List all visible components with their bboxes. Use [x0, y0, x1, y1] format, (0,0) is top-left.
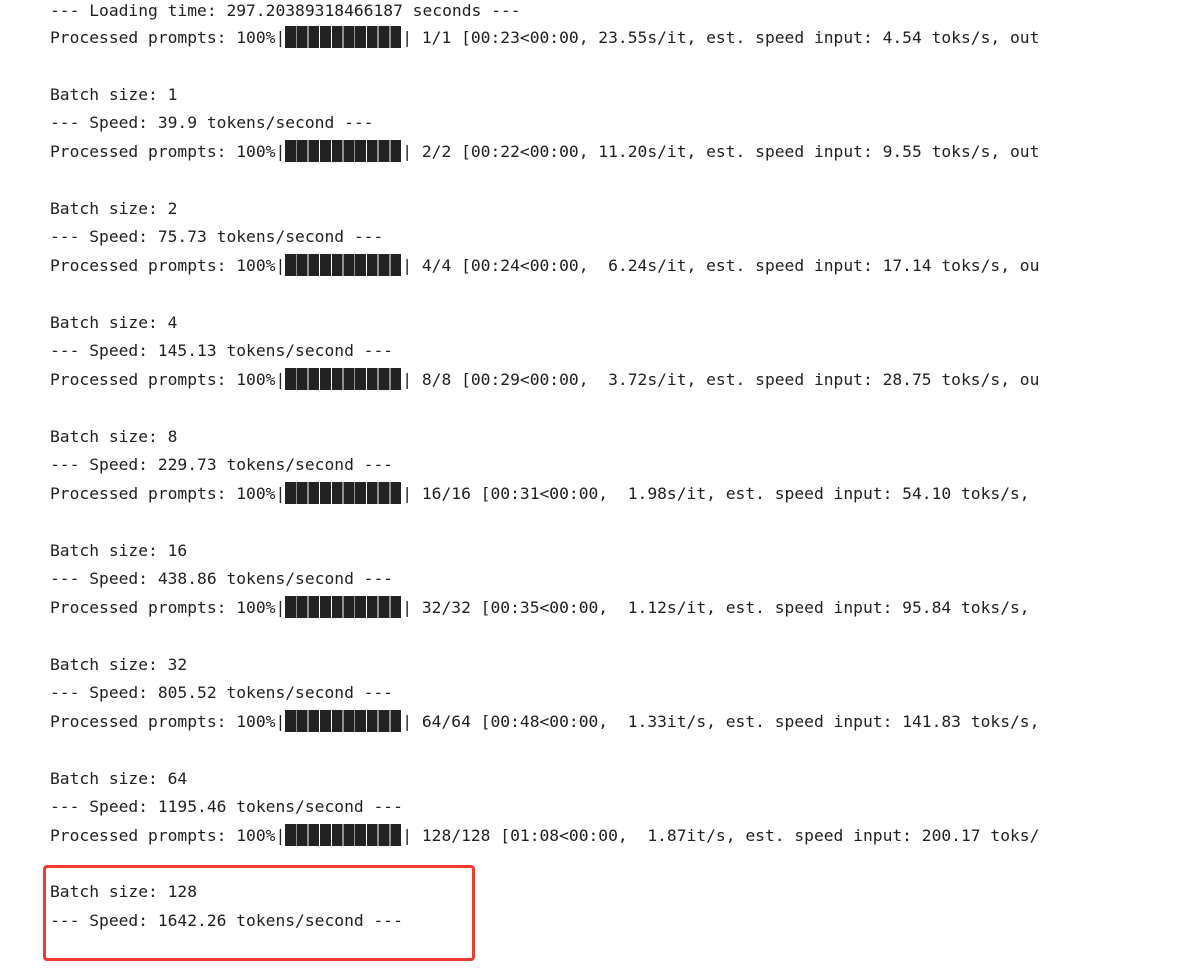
batch-size-line: Batch size: 32 [50, 655, 188, 674]
speed-line: --- Speed: 145.13 tokens/second --- [50, 341, 394, 360]
progress-suffix: | 4/4 [00:24<00:00, 6.24s/it, est. speed… [402, 256, 1040, 275]
speed-line: --- Speed: 438.86 tokens/second --- [50, 569, 394, 588]
loading-time-line: --- Loading time: 297.20389318466187 sec… [50, 1, 521, 20]
progress-line: Processed prompts: 100%| | 8/8 [00:29<00:… [50, 367, 1040, 391]
progress-line: Processed prompts: 100%| | 4/4 [00:24<00:… [50, 253, 1040, 277]
progress-suffix: | 2/2 [00:22<00:00, 11.20s/it, est. spee… [402, 142, 1040, 161]
batch-size-line: Batch size: 1 [50, 85, 178, 104]
progress-suffix: | 128/128 [01:08<00:00, 1.87it/s, est. s… [402, 826, 1040, 845]
speed-line: --- Speed: 75.73 tokens/second --- [50, 227, 384, 246]
highlight-box [43, 865, 475, 961]
progress-suffix: | 8/8 [00:29<00:00, 3.72s/it, est. speed… [402, 370, 1040, 389]
console-output: --- Loading time: 297.20389318466187 sec… [50, 0, 1189, 978]
progress-line: Processed prompts: 100%| | 1/1 [00:23<00:… [50, 25, 1040, 49]
progress-bar [285, 139, 403, 162]
progress-line: Processed prompts: 100%| | 16/16 [00:31<0… [50, 481, 1030, 505]
speed-line: --- Speed: 39.9 tokens/second --- [50, 113, 374, 132]
progress-suffix: | 64/64 [00:48<00:00, 1.33it/s, est. spe… [402, 712, 1040, 731]
progress-suffix: | 1/1 [00:23<00:00, 23.55s/it, est. spee… [402, 28, 1040, 47]
progress-bar [285, 253, 403, 276]
batch-size-line: Batch size: 4 [50, 313, 178, 332]
progress-prefix: Processed prompts: 100%| [50, 256, 286, 275]
batch-size-line: Batch size: 16 [50, 541, 188, 560]
progress-prefix: Processed prompts: 100%| [50, 484, 286, 503]
progress-bar [285, 709, 403, 732]
batch-size-line: Batch size: 8 [50, 427, 178, 446]
progress-prefix: Processed prompts: 100%| [50, 598, 286, 617]
batch-size-line: Batch size: 2 [50, 199, 178, 218]
speed-line: --- Speed: 1195.46 tokens/second --- [50, 797, 403, 816]
progress-suffix: | 16/16 [00:31<00:00, 1.98s/it, est. spe… [402, 484, 1030, 503]
progress-prefix: Processed prompts: 100%| [50, 142, 286, 161]
progress-prefix: Processed prompts: 100%| [50, 826, 286, 845]
progress-line: Processed prompts: 100%| | 128/128 [01:08… [50, 823, 1040, 847]
progress-line: Processed prompts: 100%| | 64/64 [00:48<0… [50, 709, 1040, 733]
progress-prefix: Processed prompts: 100%| [50, 370, 286, 389]
progress-line: Processed prompts: 100%| | 32/32 [00:35<0… [50, 595, 1030, 619]
batch-size-line: Batch size: 64 [50, 769, 188, 788]
speed-line: --- Speed: 229.73 tokens/second --- [50, 455, 394, 474]
progress-prefix: Processed prompts: 100%| [50, 712, 286, 731]
progress-line: Processed prompts: 100%| | 2/2 [00:22<00:… [50, 139, 1040, 163]
progress-bar [285, 823, 403, 846]
progress-bar [285, 595, 403, 618]
progress-bar [285, 481, 403, 504]
progress-prefix: Processed prompts: 100%| [50, 28, 286, 47]
progress-bar [285, 25, 403, 48]
progress-suffix: | 32/32 [00:35<00:00, 1.12s/it, est. spe… [402, 598, 1030, 617]
speed-line: --- Speed: 805.52 tokens/second --- [50, 683, 394, 702]
progress-bar [285, 367, 403, 390]
